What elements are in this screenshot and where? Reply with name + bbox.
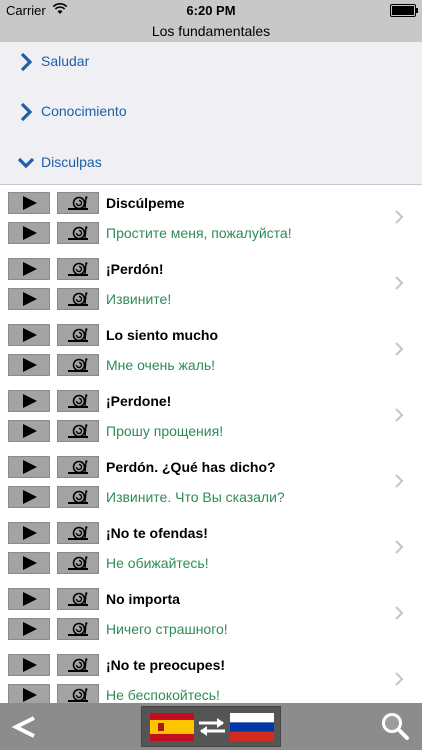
chevron-right-icon: [20, 52, 33, 72]
phrase-row[interactable]: Discúlpeme Простите меня, пожалуйста!: [0, 185, 422, 252]
slow-play-button[interactable]: [57, 192, 99, 214]
play-translation-button[interactable]: [8, 618, 50, 640]
slow-play-translation-button[interactable]: [57, 618, 99, 640]
play-translation-button[interactable]: [8, 552, 50, 574]
chevron-right-icon: [395, 672, 404, 686]
play-translation-button[interactable]: [8, 684, 50, 703]
translation-text: Извините. Что Вы сказали?: [106, 489, 285, 505]
phrase-text: ¡No te preocupes!: [106, 657, 226, 673]
translation-text: Ничего страшного!: [106, 621, 228, 637]
chevron-right-icon: [395, 276, 404, 290]
chevron-right-icon: [395, 606, 404, 620]
bottom-toolbar: [0, 703, 422, 750]
slow-play-button[interactable]: [57, 390, 99, 412]
play-button[interactable]: [8, 654, 50, 676]
phrase-row[interactable]: No importa Ничего страшного!: [0, 581, 422, 648]
slow-play-translation-button[interactable]: [57, 354, 99, 376]
slow-play-translation-button[interactable]: [57, 486, 99, 508]
slow-play-translation-button[interactable]: [57, 288, 99, 310]
spain-flag-icon: [150, 713, 194, 741]
battery-icon: [390, 4, 418, 17]
translation-text: Не обижайтесь!: [106, 555, 209, 571]
phrase-row[interactable]: Lo siento mucho Мне очень жаль!: [0, 317, 422, 384]
chevron-right-icon: [395, 540, 404, 554]
back-arrow-icon[interactable]: [10, 712, 40, 742]
slow-play-translation-button[interactable]: [57, 552, 99, 574]
slow-play-button[interactable]: [57, 522, 99, 544]
slow-play-button[interactable]: [57, 654, 99, 676]
section-conocimiento[interactable]: Conocimiento: [0, 92, 422, 132]
phrase-text: ¡No te ofendas!: [106, 525, 208, 541]
translation-text: Извините!: [106, 291, 172, 307]
chevron-right-icon: [395, 342, 404, 356]
phrase-text: ¡Perdón!: [106, 261, 164, 277]
phrase-list: Discúlpeme Простите меня, пожалуйста! ¡Per…: [0, 185, 422, 703]
search-icon[interactable]: [380, 711, 410, 741]
play-translation-button[interactable]: [8, 222, 50, 244]
slow-play-button[interactable]: [57, 456, 99, 478]
play-translation-button[interactable]: [8, 354, 50, 376]
chevron-right-icon: [20, 102, 33, 122]
phrase-text: Perdón. ¿Qué has dicho?: [106, 459, 276, 475]
status-bar: Carrier 6:20 PM: [0, 0, 422, 20]
russia-flag-icon: [230, 713, 274, 741]
section-label: Conocimiento: [41, 103, 127, 119]
swap-arrows-icon: [199, 718, 225, 736]
language-switch-button[interactable]: [141, 706, 281, 747]
phrase-text: ¡Perdone!: [106, 393, 172, 409]
chevron-down-icon: [18, 157, 34, 169]
section-disculpas[interactable]: Disculpas: [0, 143, 422, 183]
translation-text: Не беспокойтесь!: [106, 687, 220, 703]
slow-play-button[interactable]: [57, 324, 99, 346]
chevron-right-icon: [395, 474, 404, 488]
play-button[interactable]: [8, 588, 50, 610]
slow-play-translation-button[interactable]: [57, 420, 99, 442]
section-list: Saludar Conocimiento Disculpas: [0, 42, 422, 185]
phrase-text: Lo siento mucho: [106, 327, 218, 343]
translation-text: Мне очень жаль!: [106, 357, 216, 373]
play-button[interactable]: [8, 324, 50, 346]
play-button[interactable]: [8, 522, 50, 544]
section-saludar[interactable]: Saludar: [0, 42, 422, 82]
translation-text: Простите меня, пожалуйста!: [106, 225, 292, 241]
play-button[interactable]: [8, 390, 50, 412]
slow-play-button[interactable]: [57, 258, 99, 280]
slow-play-button[interactable]: [57, 588, 99, 610]
phrase-text: Discúlpeme: [106, 195, 185, 211]
play-translation-button[interactable]: [8, 288, 50, 310]
status-time: 6:20 PM: [186, 3, 236, 18]
section-label: Disculpas: [41, 154, 102, 170]
phrase-row[interactable]: ¡Perdón! Извините!: [0, 251, 422, 318]
chevron-right-icon: [395, 210, 404, 224]
section-label: Saludar: [41, 53, 90, 69]
play-button[interactable]: [8, 258, 50, 280]
phrase-row[interactable]: ¡No te preocupes! Не беспокойтесь!: [0, 647, 422, 703]
page-title: Los fundamentales: [0, 20, 422, 42]
slow-play-translation-button[interactable]: [57, 684, 99, 703]
play-translation-button[interactable]: [8, 420, 50, 442]
phrase-text: No importa: [106, 591, 180, 607]
phrase-row[interactable]: Perdón. ¿Qué has dicho? Извините. Что Вы …: [0, 449, 422, 516]
phrase-row[interactable]: ¡Perdone! Прошу прощения!: [0, 383, 422, 450]
translation-text: Прошу прощения!: [106, 423, 224, 439]
phrase-row[interactable]: ¡No te ofendas! Не обижайтесь!: [0, 515, 422, 582]
slow-play-translation-button[interactable]: [57, 222, 99, 244]
play-translation-button[interactable]: [8, 486, 50, 508]
chevron-right-icon: [395, 408, 404, 422]
play-button[interactable]: [8, 456, 50, 478]
play-button[interactable]: [8, 192, 50, 214]
